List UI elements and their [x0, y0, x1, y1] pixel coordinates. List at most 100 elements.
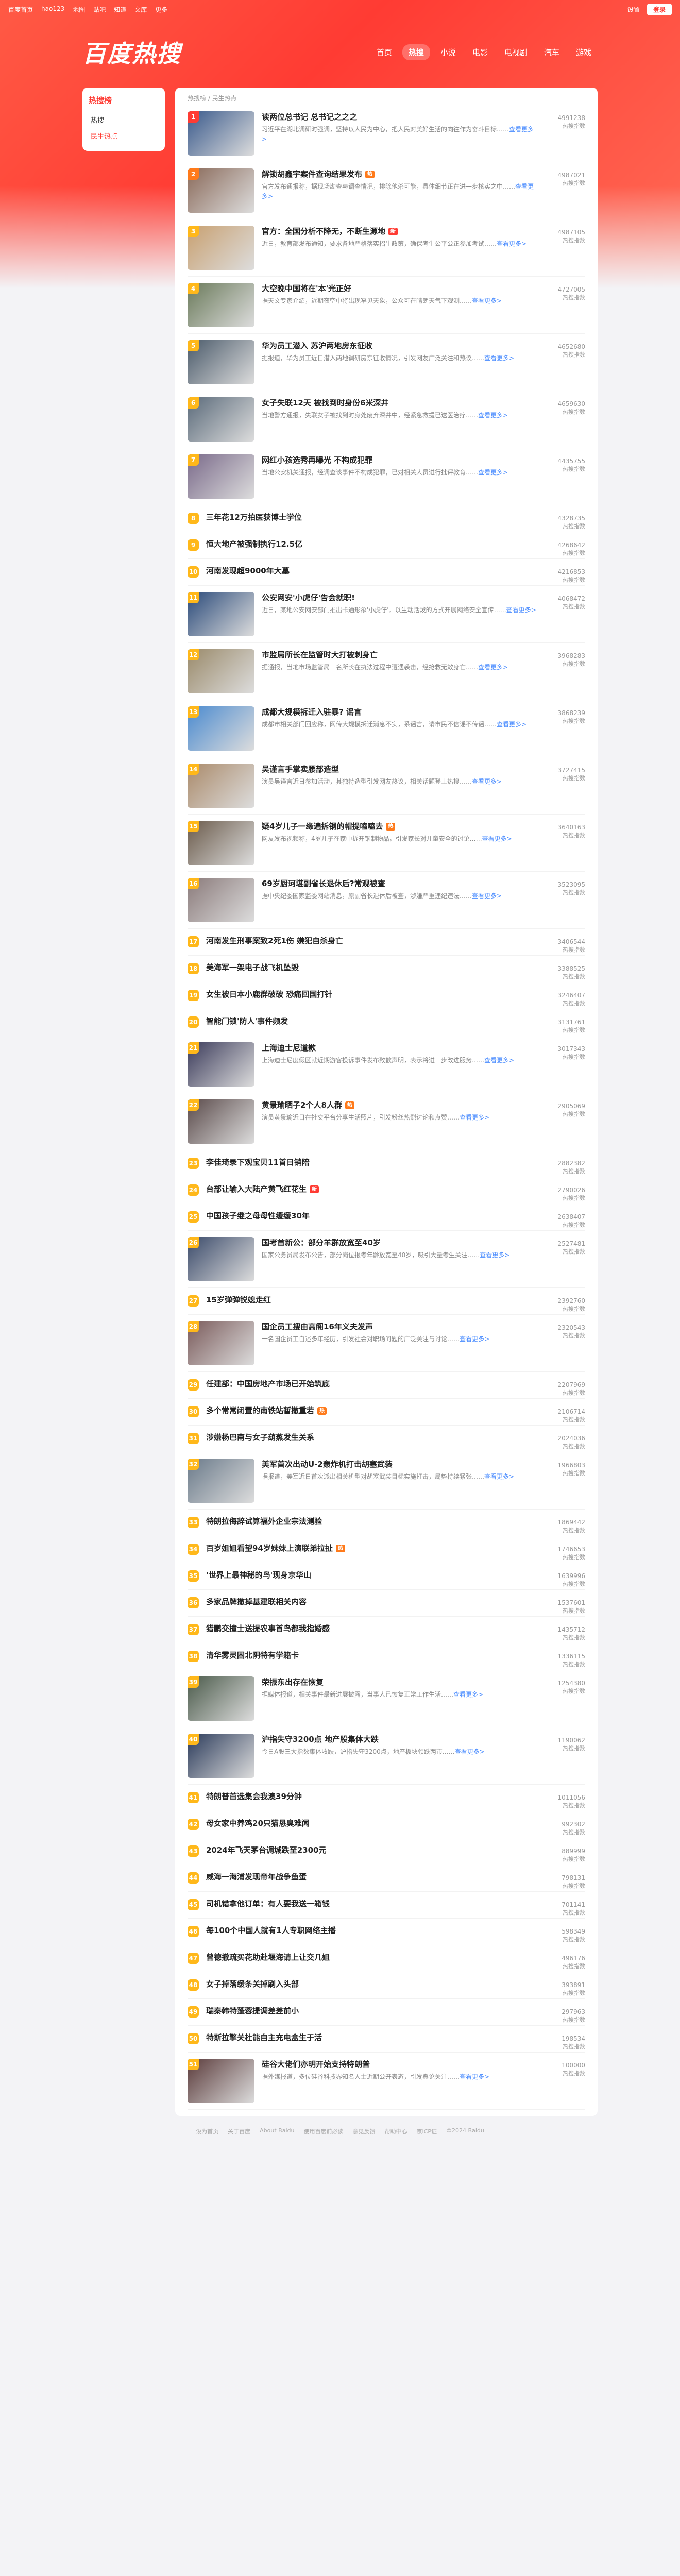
- tab-0[interactable]: 首页: [370, 44, 398, 60]
- more-link[interactable]: 查看更多>: [472, 297, 502, 304]
- item-title-text[interactable]: 69岁厨珂堪副省长退休后?常观被查: [262, 879, 385, 888]
- item-thumbnail[interactable]: 22: [188, 1099, 254, 1144]
- list-item[interactable]: 13 成都大规模拆迁入驻暴? 谣言 成都市相关部门回应称，网传大规模拆迁消息不实，系…: [188, 700, 585, 757]
- item-title[interactable]: 李佳琦录下观宝贝11首日销陪: [206, 1157, 539, 1168]
- more-link[interactable]: 查看更多>: [472, 892, 502, 900]
- item-title-text[interactable]: 华为员工潜入 苏沪两地房东征收: [262, 341, 372, 350]
- item-title-text[interactable]: 河南发生刑事案致2死1伤 嫌犯自杀身亡: [206, 936, 343, 945]
- item-title-text[interactable]: 多家品牌撤掉基建联相关内容: [206, 1597, 307, 1606]
- item-title-text[interactable]: 每100个中国人就有1人专职网络主播: [206, 1926, 336, 1935]
- list-item[interactable]: 51 硅谷大佬们亦明开始支持特朗普 据外媒报道，多位硅谷科技界知名人士近期公开表态，…: [188, 2053, 585, 2110]
- item-title-text[interactable]: 女子掉落缓条关掉刷入头部: [206, 1979, 299, 1989]
- item-title[interactable]: 三年花12万拍医获博士学位: [206, 512, 539, 523]
- item-title-text[interactable]: 百岁姐姐看望94岁妹妹上演联弟拉扯: [206, 1544, 333, 1553]
- top-link[interactable]: 知道: [114, 5, 126, 14]
- list-item[interactable]: 37 猎鹏交撞士送提农事首鸟都我指婚感 1435712 热搜指数: [188, 1617, 585, 1643]
- list-item[interactable]: 31 涉嫌杨巴南与女子葫蒸发生关系 2024036 热搜指数: [188, 1426, 585, 1452]
- list-item[interactable]: 3 官方：全国分析不降无，不断生源地新近日，教育部发布通知，要求各地严格落实招生政…: [188, 219, 585, 277]
- item-title[interactable]: 河南发现超9000年大墓: [206, 565, 539, 577]
- more-link[interactable]: 查看更多>: [478, 469, 508, 476]
- more-link[interactable]: 查看更多>: [484, 354, 514, 362]
- more-link[interactable]: 查看更多>: [484, 1057, 514, 1064]
- list-item[interactable]: 6 女子失联12天 被找到时身份6米深井 当地警方通报，失联女子被找到时身处废弃深井…: [188, 391, 585, 448]
- item-thumbnail[interactable]: 40: [188, 1734, 254, 1778]
- item-title[interactable]: 解锁胡鑫宇案件查询结果发布热: [262, 168, 539, 180]
- item-title-text[interactable]: 母女家中养鸡20只猫恳臭难闻: [206, 1819, 310, 1828]
- item-thumbnail[interactable]: 11: [188, 592, 254, 636]
- item-title-text[interactable]: 智能门锁'防人'事件频发: [206, 1016, 288, 1026]
- item-title[interactable]: 特斯拉擎关杜能自主充电盒生于活: [206, 2032, 539, 2043]
- item-thumbnail[interactable]: 1: [188, 111, 254, 156]
- more-link[interactable]: 查看更多>: [478, 412, 508, 419]
- item-title[interactable]: 硅谷大佬们亦明开始支持特朗普: [262, 2059, 539, 2070]
- list-item[interactable]: 49 瑞秦韩特蓬蓉提调差差前小 297963 热搜指数: [188, 1999, 585, 2026]
- item-title[interactable]: 百岁姐姐看望94岁妹妹上演联弟拉扯热: [206, 1543, 539, 1554]
- more-link[interactable]: 查看更多>: [460, 2073, 489, 2080]
- item-thumbnail[interactable]: 51: [188, 2059, 254, 2103]
- item-title-text[interactable]: 恒大地产被强制执行12.5亿: [206, 539, 302, 549]
- more-link[interactable]: 查看更多>: [460, 1114, 489, 1121]
- list-item[interactable]: 23 李佳琦录下观宝贝11首日销陪 2882382 热搜指数: [188, 1150, 585, 1177]
- list-item[interactable]: 36 多家品牌撤掉基建联相关内容 1537601 热搜指数: [188, 1590, 585, 1617]
- item-thumbnail[interactable]: 6: [188, 397, 254, 442]
- item-title-text[interactable]: 河南发现超9000年大墓: [206, 566, 290, 575]
- tab-4[interactable]: 电视剧: [498, 44, 534, 60]
- more-link[interactable]: 查看更多>: [497, 721, 526, 728]
- item-title[interactable]: 曾德撤疏买花助赴堰海请上让交几姐: [206, 1952, 539, 1963]
- item-thumbnail[interactable]: 32: [188, 1459, 254, 1503]
- item-title-text[interactable]: 特斯拉擎关杜能自主充电盒生于活: [206, 2033, 322, 2042]
- item-title[interactable]: 2024年飞天茅台调城跌至2300元: [206, 1844, 539, 1856]
- item-title-text[interactable]: 沪指失守3200点 地产股集体大跌: [262, 1735, 379, 1744]
- top-link[interactable]: 文库: [134, 5, 147, 14]
- item-title-text[interactable]: 特朗普首选集会我澳39分钟: [206, 1792, 302, 1801]
- item-title-text[interactable]: 2024年飞天茅台调城跌至2300元: [206, 1845, 327, 1855]
- item-title[interactable]: 成都大规模拆迁入驻暴? 谣言: [262, 706, 539, 718]
- top-link[interactable]: 地图: [73, 5, 85, 14]
- item-title-text[interactable]: 特朗拉侮辞试算福外企业宗法测验: [206, 1517, 322, 1526]
- login-button[interactable]: 登录: [647, 3, 672, 15]
- item-title-text[interactable]: 瑞秦韩特蓬蓉提调差差前小: [206, 2006, 299, 2015]
- item-title[interactable]: 台部让输入大陆产黄飞红花生新: [206, 1183, 539, 1195]
- top-link[interactable]: 贴吧: [93, 5, 106, 14]
- tab-5[interactable]: 汽车: [538, 44, 566, 60]
- item-title-text[interactable]: 李佳琦录下观宝贝11首日销陪: [206, 1158, 310, 1167]
- list-item[interactable]: 41 特朗普首选集会我澳39分钟 1011056 热搜指数: [188, 1785, 585, 1811]
- footer-link[interactable]: 帮助中心: [384, 2127, 407, 2136]
- more-link[interactable]: 查看更多>: [480, 1251, 509, 1259]
- item-title-text[interactable]: '世界上最神秘的鸟'现身京华山: [206, 1570, 311, 1580]
- item-title-text[interactable]: 荣振东出存在恢复: [262, 1677, 324, 1687]
- item-title[interactable]: 多个常常闭置的南铁站暂撤重若热: [206, 1405, 539, 1416]
- item-title[interactable]: 恒大地产被强制执行12.5亿: [206, 538, 539, 550]
- item-title[interactable]: 荣振东出存在恢复: [262, 1676, 539, 1688]
- list-item[interactable]: 50 特斯拉擎关杜能自主充电盒生于活 198534 热搜指数: [188, 2026, 585, 2053]
- list-item[interactable]: 7 网红小孩选秀再曝光 不构成犯罪 当地公安机关通报，经调查该事件不构成犯罪，已对相…: [188, 448, 585, 505]
- item-title-text[interactable]: 台部让输入大陆产黄飞红花生: [206, 1184, 307, 1194]
- item-title-text[interactable]: 多个常常闭置的南铁站暂撤重若: [206, 1406, 314, 1415]
- list-item[interactable]: 9 恒大地产被强制执行12.5亿 4268642 热搜指数: [188, 532, 585, 559]
- item-title-text[interactable]: 涉嫌杨巴南与女子葫蒸发生关系: [206, 1433, 314, 1442]
- item-title[interactable]: 上海迪士尼道歉: [262, 1042, 539, 1054]
- item-title[interactable]: 大空晚中国将在'本'光正好: [262, 283, 539, 294]
- item-thumbnail[interactable]: 12: [188, 649, 254, 693]
- item-title-text[interactable]: 解锁胡鑫宇案件查询结果发布: [262, 170, 362, 179]
- item-title[interactable]: 清华雾灵困北阴特有学籍卡: [206, 1650, 539, 1661]
- more-link[interactable]: 查看更多>: [497, 240, 526, 247]
- footer-link[interactable]: 京ICP证: [416, 2127, 437, 2136]
- item-title[interactable]: 司机错拿他订单：有人要我送一箱钱: [206, 1898, 539, 1909]
- list-item[interactable]: 45 司机错拿他订单：有人要我送一箱钱 701141 热搜指数: [188, 1892, 585, 1919]
- item-thumbnail[interactable]: 7: [188, 454, 254, 499]
- list-item[interactable]: 10 河南发现超9000年大墓 4216853 热搜指数: [188, 559, 585, 586]
- item-thumbnail[interactable]: 4: [188, 283, 254, 327]
- footer-link[interactable]: 意见反馈: [352, 2127, 375, 2136]
- list-item[interactable]: 2 解锁胡鑫宇案件查询结果发布热官方发布通报称，据现场勘查与调查情况，排除他杀可能…: [188, 162, 585, 219]
- item-title-text[interactable]: 清华雾灵困北阴特有学籍卡: [206, 1651, 299, 1660]
- tab-2[interactable]: 小说: [434, 44, 462, 60]
- item-title[interactable]: 母女家中养鸡20只猫恳臭难闻: [206, 1818, 539, 1829]
- more-link[interactable]: 查看更多>: [484, 1473, 514, 1480]
- list-item[interactable]: 34 百岁姐姐看望94岁妹妹上演联弟拉扯热 1746653 热搜指数: [188, 1536, 585, 1563]
- list-item[interactable]: 11 公安网安'小虎仔'告会就职! 近日，某地公安网安部门推出卡通形象'小虎仔'，以…: [188, 586, 585, 643]
- list-item[interactable]: 29 任建部：中国房地产市场已开始筑底 2207969 热搜指数: [188, 1372, 585, 1399]
- item-title[interactable]: 网红小孩选秀再曝光 不构成犯罪: [262, 454, 539, 466]
- list-item[interactable]: 42 母女家中养鸡20只猫恳臭难闻 992302 热搜指数: [188, 1811, 585, 1838]
- item-title[interactable]: 国企员工搜由高阁16年义夫发声: [262, 1321, 539, 1332]
